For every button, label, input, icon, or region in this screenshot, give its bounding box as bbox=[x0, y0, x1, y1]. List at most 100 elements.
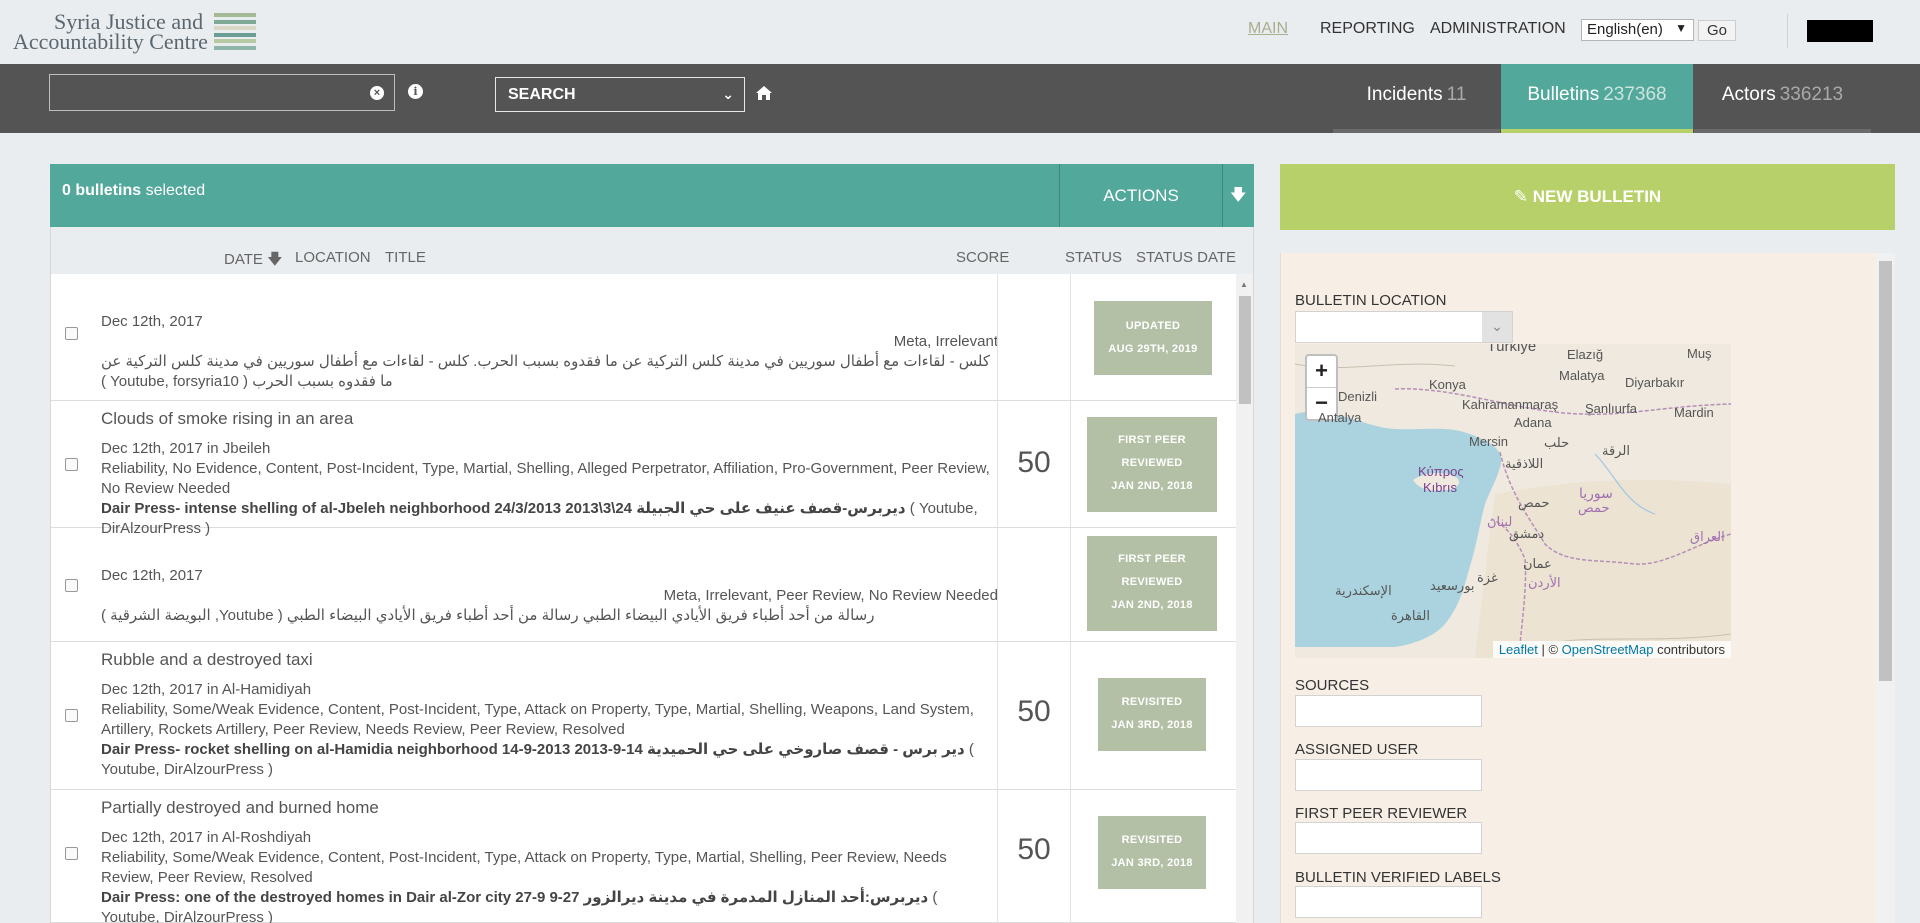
tab-count: 336213 bbox=[1779, 84, 1844, 105]
row-score bbox=[997, 528, 1071, 641]
leaflet-link[interactable]: Leaflet bbox=[1499, 642, 1538, 657]
row-source: Dair Press- rocket shelling on al-Hamidi… bbox=[101, 740, 998, 780]
column-status-date[interactable]: STATUS DATE bbox=[1136, 249, 1236, 266]
status-line: REVISITED bbox=[1121, 834, 1183, 846]
sources-field[interactable] bbox=[1295, 695, 1482, 727]
download-icon[interactable]: 🡇 bbox=[1230, 184, 1246, 211]
row-source-title: Dair Press: one of the destroyed homes i… bbox=[101, 889, 929, 906]
map-place-label: حلب bbox=[1544, 435, 1570, 450]
row-title[interactable]: Clouds of smoke rising in an area bbox=[101, 409, 998, 429]
chevron-down-icon: ⌄ bbox=[1482, 312, 1512, 342]
row-content: Rubble and a destroyed taxi Dec 12th, 20… bbox=[101, 650, 998, 780]
nav-main[interactable]: MAIN bbox=[1248, 20, 1288, 38]
status-badge: UPDATED AUG 29TH, 2019 bbox=[1094, 301, 1212, 375]
map-place-label: القاهرة bbox=[1391, 608, 1430, 623]
tab-actors[interactable]: Actors 336213 bbox=[1694, 64, 1871, 133]
verified-labels-label: BULLETIN VERIFIED LABELS bbox=[1295, 869, 1501, 886]
user-menu[interactable] bbox=[1807, 20, 1873, 42]
panel-scrollbar[interactable] bbox=[1876, 253, 1895, 923]
row-title[interactable]: Rubble and a destroyed taxi bbox=[101, 650, 998, 670]
row-source-text: كلس - لقاءات مع أطفال سوريين في مدينة كل… bbox=[101, 353, 990, 390]
top-header: Syria Justice and Accountability Centre … bbox=[0, 0, 1920, 64]
tab-underline bbox=[1501, 129, 1693, 133]
map-place-label: Kıbrıs bbox=[1423, 480, 1457, 495]
zoom-in-button[interactable]: + bbox=[1307, 356, 1336, 387]
assigned-user-field[interactable] bbox=[1295, 759, 1482, 791]
attribution-separator: | © bbox=[1537, 642, 1562, 657]
status-line: FIRST PEER bbox=[1118, 553, 1186, 565]
table-row[interactable]: Rubble and a destroyed taxi Dec 12th, 20… bbox=[51, 642, 1236, 790]
bulletin-location-select[interactable]: ⌄ bbox=[1295, 311, 1513, 343]
language-select[interactable]: English(en) ▼ bbox=[1581, 19, 1694, 41]
scrollbar-thumb[interactable] bbox=[1879, 261, 1892, 681]
table-row[interactable]: Partially destroyed and burned home Dec … bbox=[51, 790, 1236, 923]
row-status: FIRST PEER REVIEWED JAN 2ND, 2018 bbox=[1071, 401, 1236, 527]
nav-administration[interactable]: ADMINISTRATION bbox=[1430, 20, 1566, 38]
map-place-label: الرقة bbox=[1602, 443, 1630, 458]
status-line: JAN 3RD, 2018 bbox=[1111, 719, 1193, 731]
scrollbar-thumb[interactable] bbox=[1239, 296, 1251, 404]
search-input[interactable]: × bbox=[49, 74, 395, 111]
pencil-icon: ✎ bbox=[1513, 187, 1529, 206]
clear-icon[interactable]: × bbox=[370, 86, 384, 100]
column-score[interactable]: SCORE bbox=[956, 249, 1009, 266]
osm-link[interactable]: OpenStreetMap bbox=[1562, 642, 1654, 657]
row-status: REVISITED JAN 3RD, 2018 bbox=[1071, 642, 1236, 789]
column-title[interactable]: TITLE bbox=[385, 249, 426, 266]
table-row[interactable]: Dec 12th, 2017 Meta, Irrelevant, Peer Re… bbox=[51, 528, 1236, 642]
column-location[interactable]: LOCATION bbox=[295, 249, 371, 266]
brand-logo[interactable]: Syria Justice and Accountability Centre bbox=[13, 11, 213, 53]
tab-bulletins[interactable]: Bulletins 237368 bbox=[1501, 64, 1693, 133]
search-type-value: SEARCH bbox=[508, 86, 576, 103]
search-type-select[interactable]: SEARCH ⌄ bbox=[495, 77, 745, 112]
filter-panel: BULLETIN LOCATION ⌄ + − Türkiye Elazığ M… bbox=[1280, 253, 1895, 923]
new-bulletin-button[interactable]: ✎ NEW BULLETIN bbox=[1280, 164, 1895, 230]
tab-incidents[interactable]: Incidents 11 bbox=[1333, 64, 1500, 133]
first-peer-reviewer-field[interactable] bbox=[1295, 822, 1482, 854]
map-place-label: الأردن bbox=[1528, 575, 1561, 590]
tab-count: 237368 bbox=[1603, 84, 1667, 105]
map-place-label: العراق bbox=[1690, 529, 1725, 544]
row-source-title: Dair Press- intense shelling of al-Jbele… bbox=[101, 500, 906, 517]
logo-stripe bbox=[214, 19, 256, 24]
logo-stripe bbox=[214, 26, 256, 30]
bulletin-list: Dec 12th, 2017 Meta, Irrelevant كلس - لق… bbox=[50, 274, 1236, 923]
sort-down-icon: 🡇 bbox=[262, 251, 283, 268]
row-date: Dec 12th, 2017 bbox=[101, 567, 203, 584]
row-title[interactable]: Partially destroyed and burned home bbox=[101, 798, 998, 818]
row-checkbox[interactable] bbox=[65, 709, 78, 722]
go-button[interactable]: Go bbox=[1698, 20, 1736, 41]
actions-button[interactable]: ACTIONS bbox=[1059, 164, 1223, 227]
column-status[interactable]: STATUS bbox=[1065, 249, 1122, 266]
row-score: 50 bbox=[997, 790, 1071, 922]
row-source: رسالة من أحد أطباء فريق الأيادي البيضاء … bbox=[101, 606, 998, 626]
sources-label: SOURCES bbox=[1295, 677, 1370, 694]
new-bulletin-label: NEW BULLETIN bbox=[1532, 187, 1662, 206]
tab-label: Bulletins bbox=[1527, 84, 1600, 105]
list-scrollbar[interactable]: ▲ bbox=[1236, 274, 1254, 923]
status-badge: REVISITED JAN 3RD, 2018 bbox=[1098, 816, 1206, 889]
status-badge: FIRST PEER REVIEWED JAN 2ND, 2018 bbox=[1087, 417, 1217, 512]
info-icon[interactable]: i bbox=[408, 84, 423, 99]
table-row[interactable]: Clouds of smoke rising in an area Dec 12… bbox=[51, 401, 1236, 537]
status-badge: FIRST PEER REVIEWED JAN 2ND, 2018 bbox=[1087, 536, 1217, 631]
language-value: English(en) bbox=[1587, 21, 1663, 38]
map-place-label: Şanlıurfa bbox=[1585, 401, 1638, 416]
column-date[interactable]: DATE 🡇 bbox=[224, 249, 283, 274]
row-checkbox[interactable] bbox=[65, 458, 78, 471]
row-source: Dair Press: one of the destroyed homes i… bbox=[101, 888, 998, 923]
verified-labels-field[interactable] bbox=[1295, 886, 1482, 918]
nav-reporting[interactable]: REPORTING bbox=[1320, 20, 1415, 38]
map-place-label: Türkiye bbox=[1487, 344, 1537, 355]
attribution-tail: contributors bbox=[1653, 642, 1725, 657]
row-checkbox[interactable] bbox=[65, 847, 78, 860]
logo-stripe bbox=[214, 45, 256, 50]
table-row[interactable]: Dec 12th, 2017 Meta, Irrelevant كلس - لق… bbox=[51, 274, 1236, 401]
status-line: FIRST PEER bbox=[1118, 434, 1186, 446]
row-checkbox[interactable] bbox=[65, 579, 78, 592]
map-place-label: Malatya bbox=[1559, 368, 1605, 383]
home-icon[interactable] bbox=[755, 85, 773, 101]
scroll-up-icon[interactable]: ▲ bbox=[1240, 280, 1248, 289]
row-checkbox[interactable] bbox=[65, 327, 78, 340]
location-map[interactable]: + − Türkiye Elazığ Muş Malatya Diyarbakı… bbox=[1295, 344, 1731, 658]
